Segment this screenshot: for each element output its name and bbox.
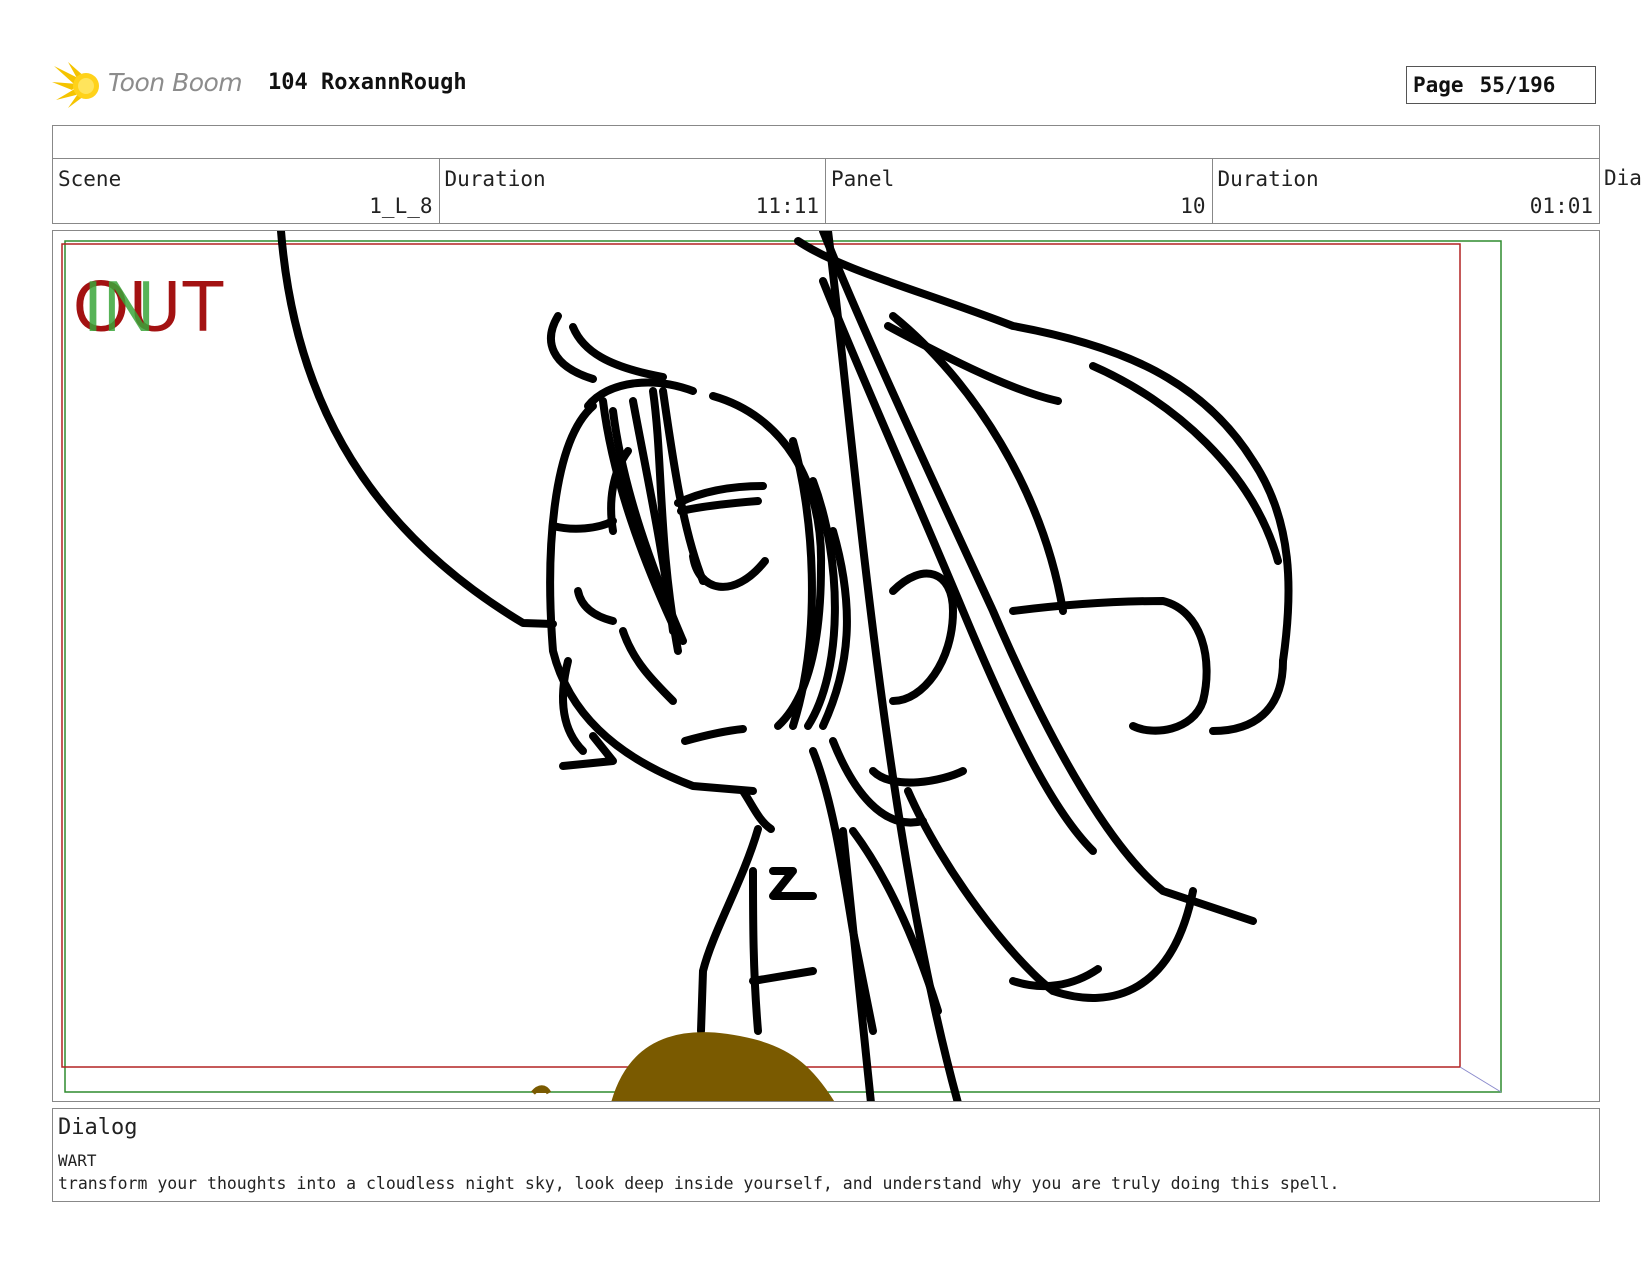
page-indicator: Page 55/196 bbox=[1406, 66, 1596, 104]
mouth bbox=[681, 725, 747, 745]
page-number: 55/196 bbox=[1479, 73, 1556, 97]
project-title: 104 RoxannRough bbox=[268, 70, 467, 95]
hair-left-lower bbox=[619, 627, 677, 705]
hat-brim-curve bbox=[277, 231, 557, 628]
dialog-title: Dialog bbox=[58, 1115, 138, 1140]
bangs bbox=[549, 517, 617, 533]
brown-prop bbox=[611, 1032, 835, 1101]
scene-duration-label: Duration bbox=[444, 167, 546, 191]
panel-duration-label: Duration bbox=[1217, 167, 1319, 191]
dialog-speaker: WART bbox=[58, 1151, 97, 1170]
page-label: Page bbox=[1413, 73, 1464, 97]
hair-strand bbox=[569, 323, 667, 381]
brand-name: Toon Boom bbox=[108, 68, 243, 97]
scene-cell: Scene 1_L_8 bbox=[53, 159, 440, 223]
in-marker: IN bbox=[83, 267, 155, 347]
collar-line bbox=[749, 967, 817, 985]
ear bbox=[889, 569, 957, 705]
closed-eye-left bbox=[574, 587, 617, 625]
dialog-line: transform your thoughts into a cloudless… bbox=[58, 1174, 1340, 1193]
dialog-column-label-truncated: Dia bbox=[1604, 166, 1642, 190]
panel-duration-cell: Duration 01:01 bbox=[1213, 159, 1600, 223]
hat-fold bbox=[889, 312, 1067, 615]
hat-tail bbox=[1209, 657, 1287, 735]
closed-eye bbox=[689, 552, 769, 591]
scene-duration-value: 11:11 bbox=[755, 194, 819, 218]
storyboard-header: Toon Boom 104 RoxannRough Page 55/196 bbox=[52, 56, 1600, 112]
eyebrow bbox=[677, 497, 762, 515]
scene-value: 1_L_8 bbox=[369, 194, 433, 218]
collar-tie bbox=[769, 867, 817, 900]
hat-brim-front bbox=[904, 787, 1197, 1002]
scene-duration-cell: Duration 11:11 bbox=[440, 159, 826, 223]
blank-header-row bbox=[52, 125, 1600, 159]
panel-value: 10 bbox=[1180, 194, 1206, 218]
scene-info-row: Scene 1_L_8 Duration 11:11 Panel 10 Dura… bbox=[52, 158, 1600, 224]
sketch-drawing: OUT IN bbox=[61, 231, 1502, 1101]
brown-prop-dot bbox=[531, 1085, 552, 1095]
red-camera-frame bbox=[61, 243, 1461, 1068]
panel-cell: Panel 10 bbox=[826, 159, 1213, 223]
neck bbox=[749, 867, 762, 1035]
hat-pole bbox=[839, 827, 875, 1101]
panel-label: Panel bbox=[831, 167, 895, 191]
panel-image: OUT IN bbox=[52, 230, 1600, 1102]
jaw-line bbox=[739, 787, 775, 833]
dialog-box: Dialog WART transform your thoughts into… bbox=[52, 1108, 1600, 1202]
toon-boom-logo-icon bbox=[52, 62, 99, 108]
collar bbox=[869, 767, 967, 787]
panel-duration-value: 01:01 bbox=[1529, 194, 1593, 218]
scene-label: Scene bbox=[58, 167, 122, 191]
frame-corner-line bbox=[1459, 1066, 1502, 1093]
